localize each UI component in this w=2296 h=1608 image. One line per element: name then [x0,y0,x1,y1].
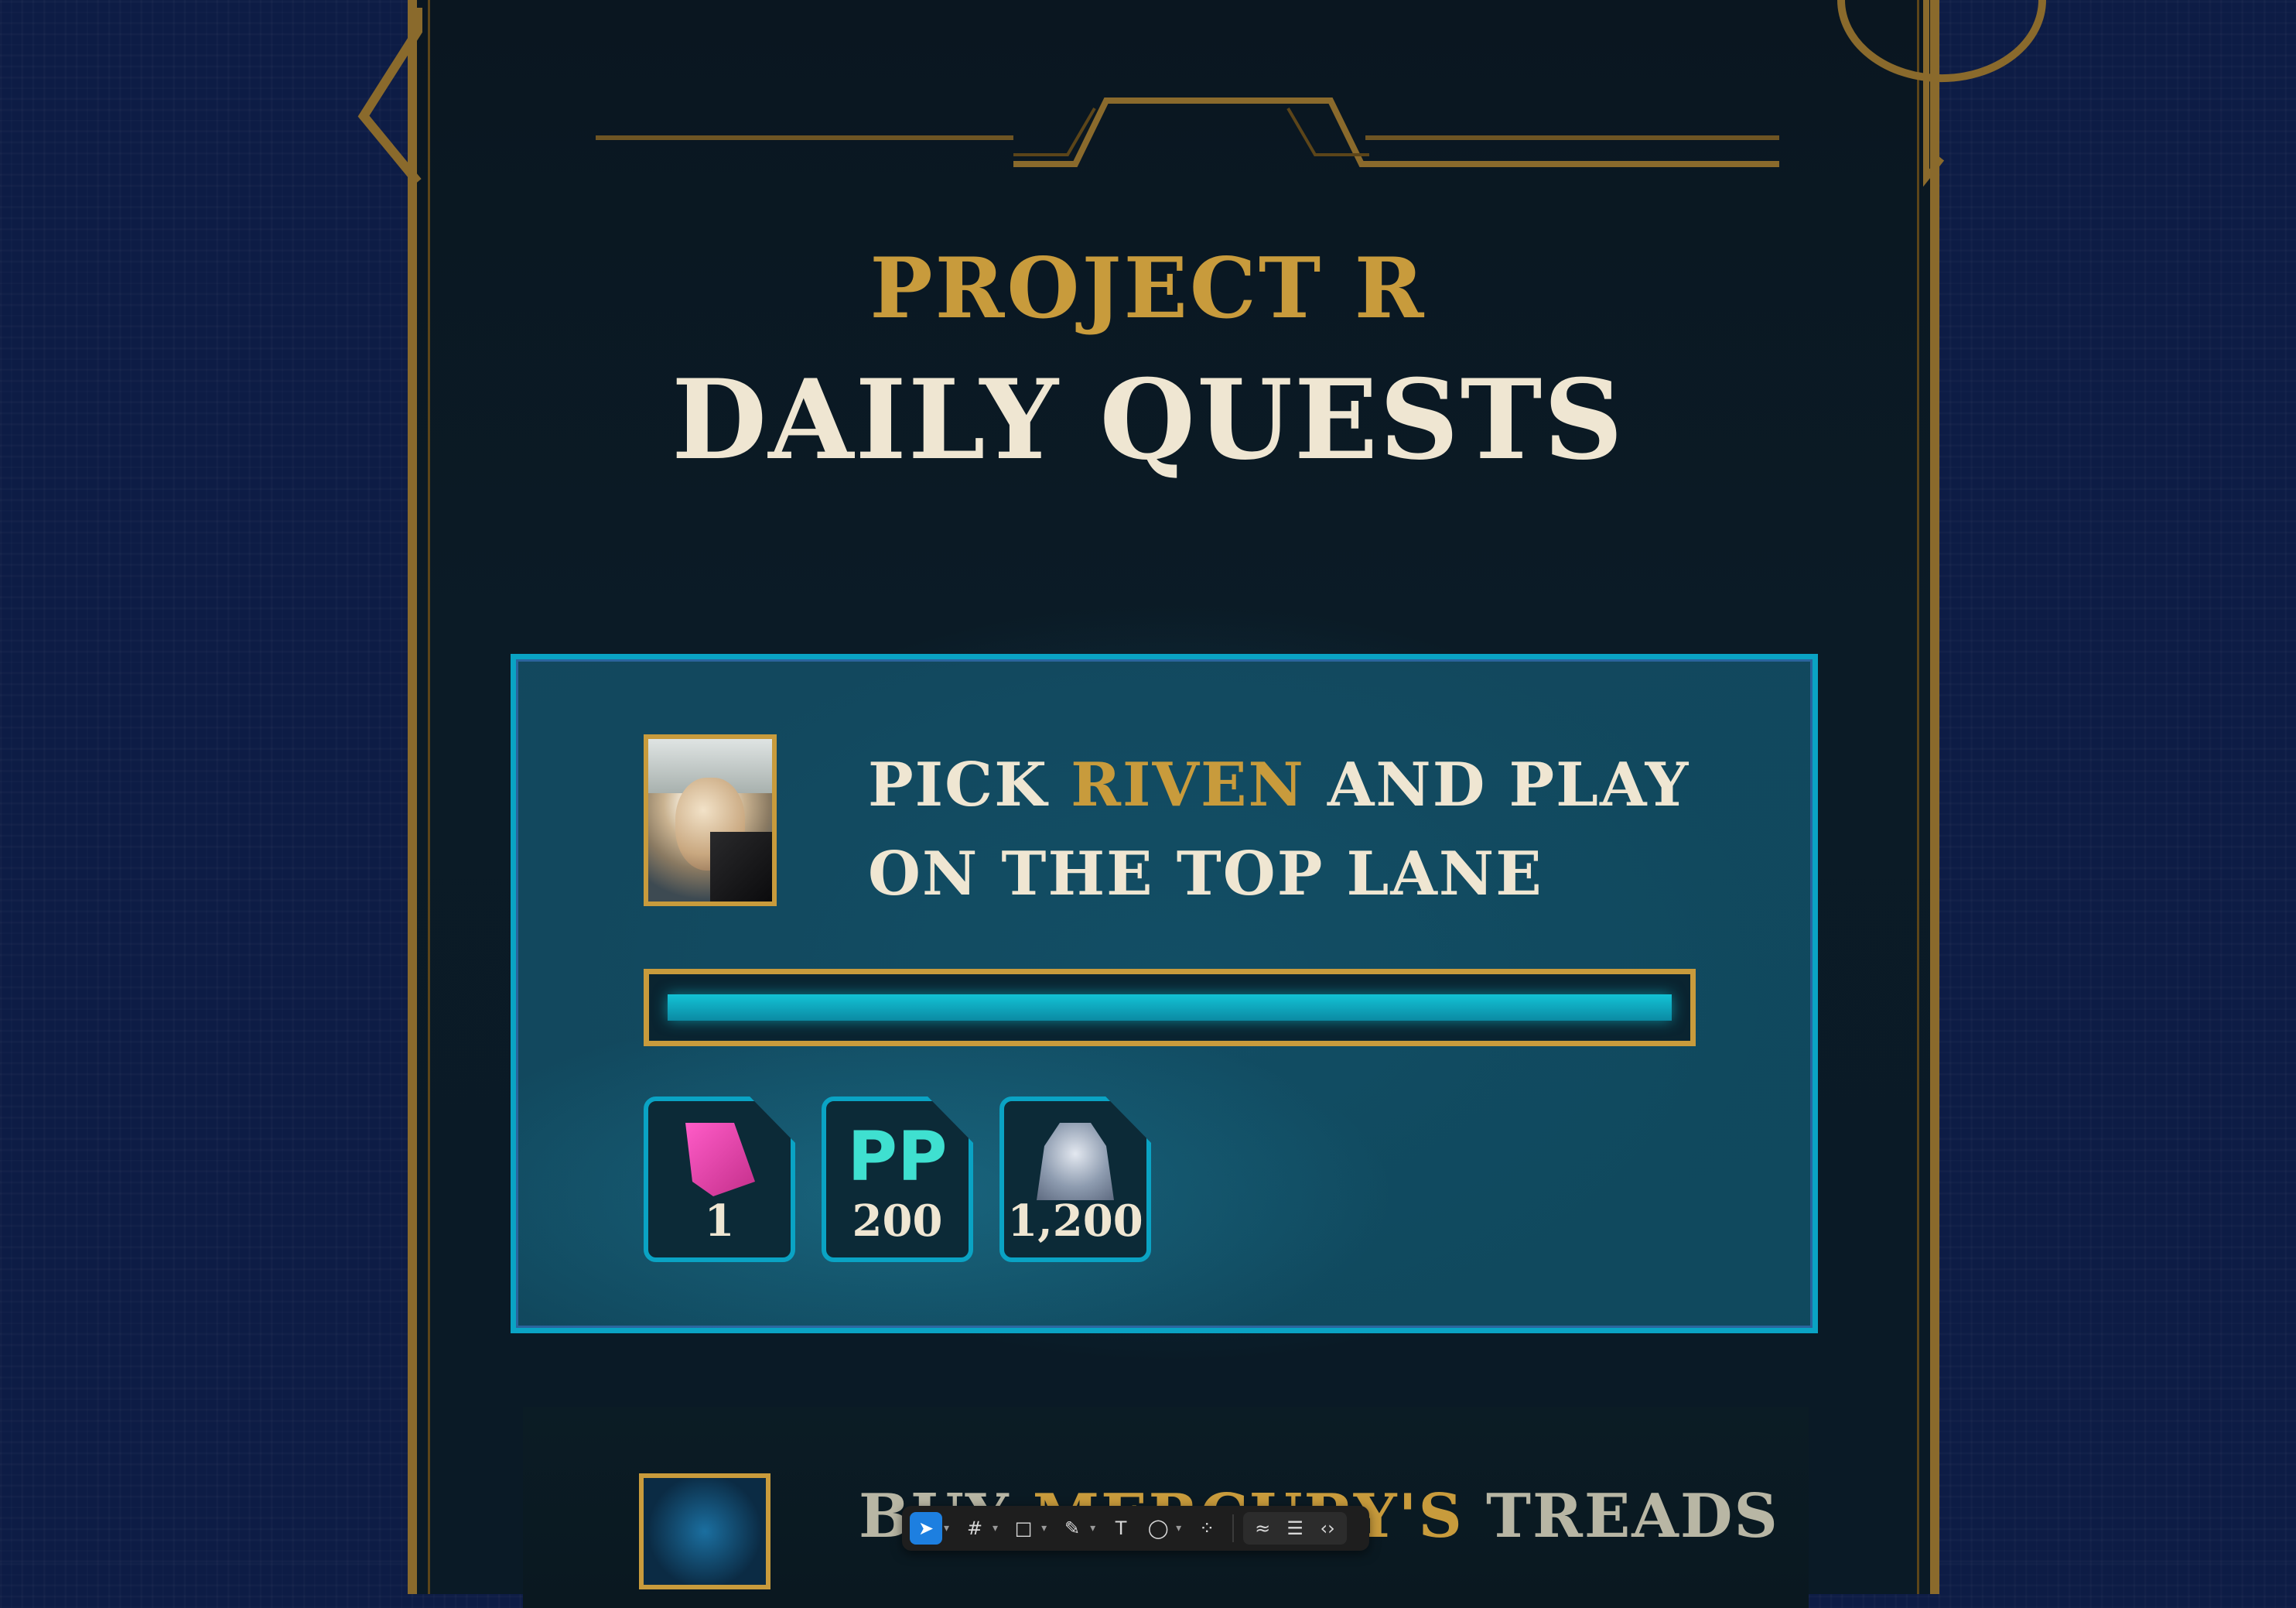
shape-icon[interactable]: □ [1007,1512,1040,1545]
pp-icon: PP [847,1117,948,1196]
reward-gem[interactable]: 1 [644,1097,795,1262]
champion-portrait [644,734,777,906]
design-canvas[interactable]: PROJECT R DAILY QUESTS PICK RIVEN AND PL… [0,0,2296,1608]
chevron-down-icon[interactable]: ▾ [1041,1522,1047,1534]
reward-essence[interactable]: 1,200 [999,1097,1151,1262]
panel-frame-ornament [357,0,2046,187]
quest-description: PICK RIVEN AND PLAY ON THE TOP LANE [868,741,1719,919]
text-icon[interactable]: T [1105,1512,1137,1545]
portrait-armor [710,832,772,902]
comment-icon[interactable]: ◯ [1142,1512,1174,1545]
code-icon[interactable]: ‹› [1311,1512,1344,1545]
quest-card[interactable]: PICK RIVEN AND PLAY ON THE TOP LANE 1 PP… [511,654,1818,1333]
quest-text-before: PICK [868,750,1071,820]
mode-group: ≈ ☰ ‹› [1243,1512,1348,1545]
chevron-down-icon[interactable]: ▾ [1176,1522,1181,1534]
pen-icon[interactable]: ✎ [1056,1512,1088,1545]
reward-amount: 1,200 [1007,1196,1143,1247]
chevron-down-icon[interactable]: ▾ [1090,1522,1095,1534]
pointer-icon[interactable]: ➤ [910,1512,942,1545]
quest-champion: RIVEN [1071,750,1305,820]
design-toolbar: ➤ ▾ # ▾ □ ▾ ✎ ▾ T ◯ ▾ ⁘ ≈ ☰ ‹› [902,1506,1369,1551]
draw-icon[interactable]: ≈ [1246,1512,1279,1545]
subtitle: PROJECT R [870,240,1426,337]
progress-bar [644,969,1696,1046]
progress-fill [668,994,1672,1021]
reward-amount: 1 [704,1196,735,1247]
components-icon[interactable]: ⁘ [1191,1512,1223,1545]
quest2-text-after: TREADS [1463,1481,1779,1552]
reward-amount: 200 [852,1196,943,1247]
gem-icon [685,1123,755,1196]
essence-icon [1037,1123,1114,1200]
page-title: DAILY QUESTS [671,356,1625,484]
item-portrait [639,1473,770,1589]
toolbar-divider [1232,1514,1235,1542]
panel-inner-line-left [428,0,430,1594]
layers-icon[interactable]: ☰ [1279,1512,1311,1545]
reward-pp[interactable]: PP 200 [822,1097,973,1262]
chevron-down-icon[interactable]: ▾ [944,1522,949,1534]
panel-inner-line-right [1917,0,1919,1594]
frame-icon[interactable]: # [958,1512,991,1545]
chevron-down-icon[interactable]: ▾ [993,1522,998,1534]
